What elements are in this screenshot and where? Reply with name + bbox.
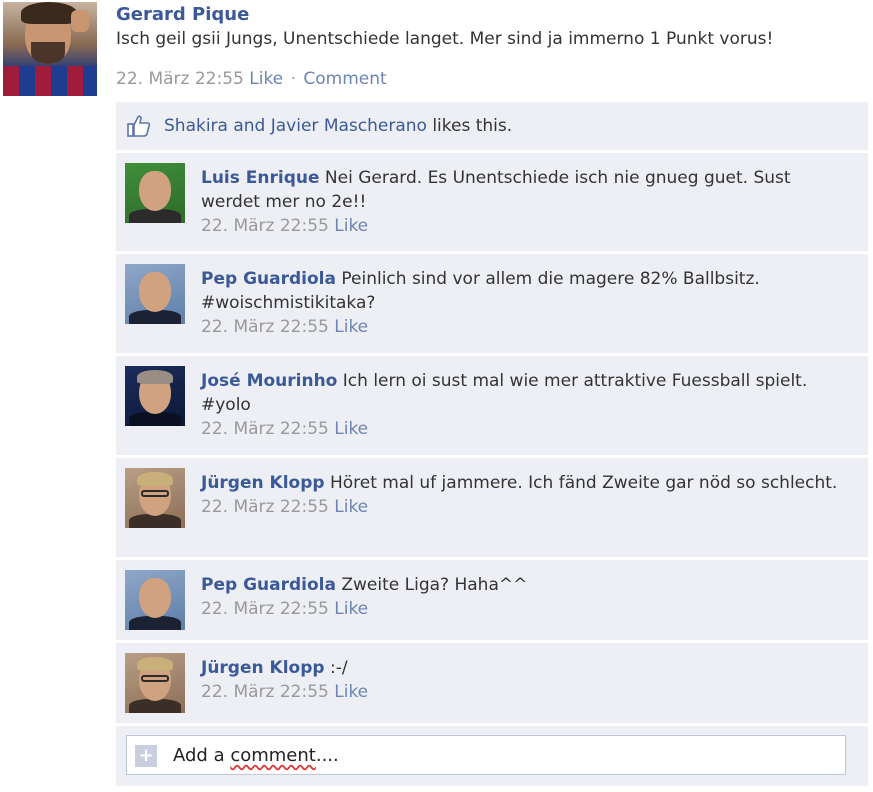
comment-timestamp[interactable]: 22. März 22:55 — [201, 599, 329, 619]
comment-author[interactable]: Pep Guardiola — [201, 269, 336, 289]
comment-avatar[interactable] — [125, 366, 185, 426]
post-meta: 22. März 22:55 Like · Comment — [116, 67, 856, 91]
comment-like-link[interactable]: Like — [334, 419, 368, 439]
feedback-panel: Shakira and Javier Mascherano likes this… — [116, 102, 868, 786]
comment-item: Jürgen Klopp Höret mal uf jammere. Ich f… — [116, 458, 868, 557]
comment-avatar[interactable] — [125, 653, 185, 713]
comment-avatar[interactable] — [125, 163, 185, 223]
add-comment-input[interactable]: + Add a comment.... — [126, 735, 846, 775]
comment-item: José Mourinho Ich lern oi sust mal wie m… — [116, 356, 868, 455]
comment-like-link[interactable]: Like — [334, 317, 368, 337]
comment-meta: 22. März 22:55 Like — [201, 680, 848, 704]
plus-icon: + — [135, 745, 157, 767]
thumbs-up-icon — [126, 113, 152, 139]
post-timestamp[interactable]: 22. März 22:55 — [116, 69, 244, 89]
post-like-link[interactable]: Like — [249, 69, 283, 89]
comment-text: Zweite Liga? Haha^^ — [335, 575, 528, 595]
comment-author[interactable]: Jürgen Klopp — [201, 658, 325, 678]
comment-timestamp[interactable]: 22. März 22:55 — [201, 216, 329, 236]
comment-item: Pep Guardiola Zweite Liga? Haha^^ 22. Mä… — [116, 560, 868, 640]
likes-suffix: likes this. — [426, 116, 513, 136]
likes-row: Shakira and Javier Mascherano likes this… — [116, 102, 868, 150]
comment-meta: 22. März 22:55 Like — [201, 495, 848, 519]
comment-meta: 22. März 22:55 Like — [201, 597, 848, 621]
comment-author[interactable]: Pep Guardiola — [201, 575, 336, 595]
comment-text: :-/ — [324, 658, 348, 678]
comment-timestamp[interactable]: 22. März 22:55 — [201, 419, 329, 439]
post-comment-link[interactable]: Comment — [303, 69, 386, 89]
comment-like-link[interactable]: Like — [334, 497, 368, 517]
comment-author[interactable]: José Mourinho — [201, 371, 337, 391]
comment-item: Luis Enrique Nei Gerard. Es Unentschiede… — [116, 153, 868, 251]
likes-text: Shakira and Javier Mascherano likes this… — [164, 116, 512, 136]
comment-author[interactable]: Luis Enrique — [201, 168, 320, 188]
comment-meta: 22. März 22:55 Like — [201, 417, 848, 441]
post-header: Gerard Pique Isch geil gsii Jungs, Unent… — [116, 3, 856, 91]
comment-avatar[interactable] — [125, 468, 185, 528]
comment-like-link[interactable]: Like — [334, 682, 368, 702]
comment-timestamp[interactable]: 22. März 22:55 — [201, 317, 329, 337]
comment-timestamp[interactable]: 22. März 22:55 — [201, 682, 329, 702]
post-text: Isch geil gsii Jungs, Unentschiede lange… — [116, 29, 774, 49]
comment-author[interactable]: Jürgen Klopp — [201, 473, 325, 493]
comment-item: Jürgen Klopp :-/ 22. März 22:55 Like — [116, 643, 868, 723]
comment-meta: 22. März 22:55 Like — [201, 214, 848, 238]
comment-meta: 22. März 22:55 Like — [201, 315, 848, 339]
meta-separator: · — [290, 69, 296, 89]
comment-text: Höret mal uf jammere. Ich fänd Zweite ga… — [324, 473, 838, 493]
comment-avatar[interactable] — [125, 264, 185, 324]
comment-item: Pep Guardiola Peinlich sind vor allem di… — [116, 254, 868, 353]
likes-names-link[interactable]: Shakira and Javier Mascherano — [164, 116, 427, 136]
add-comment-placeholder: Add a comment.... — [173, 745, 339, 766]
comment-like-link[interactable]: Like — [334, 216, 368, 236]
comment-avatar[interactable] — [125, 570, 185, 630]
add-comment-row: + Add a comment.... — [116, 726, 868, 786]
comment-timestamp[interactable]: 22. März 22:55 — [201, 497, 329, 517]
comment-like-link[interactable]: Like — [334, 599, 368, 619]
post-author-avatar[interactable] — [3, 2, 97, 96]
post-author-name[interactable]: Gerard Pique — [116, 3, 856, 27]
